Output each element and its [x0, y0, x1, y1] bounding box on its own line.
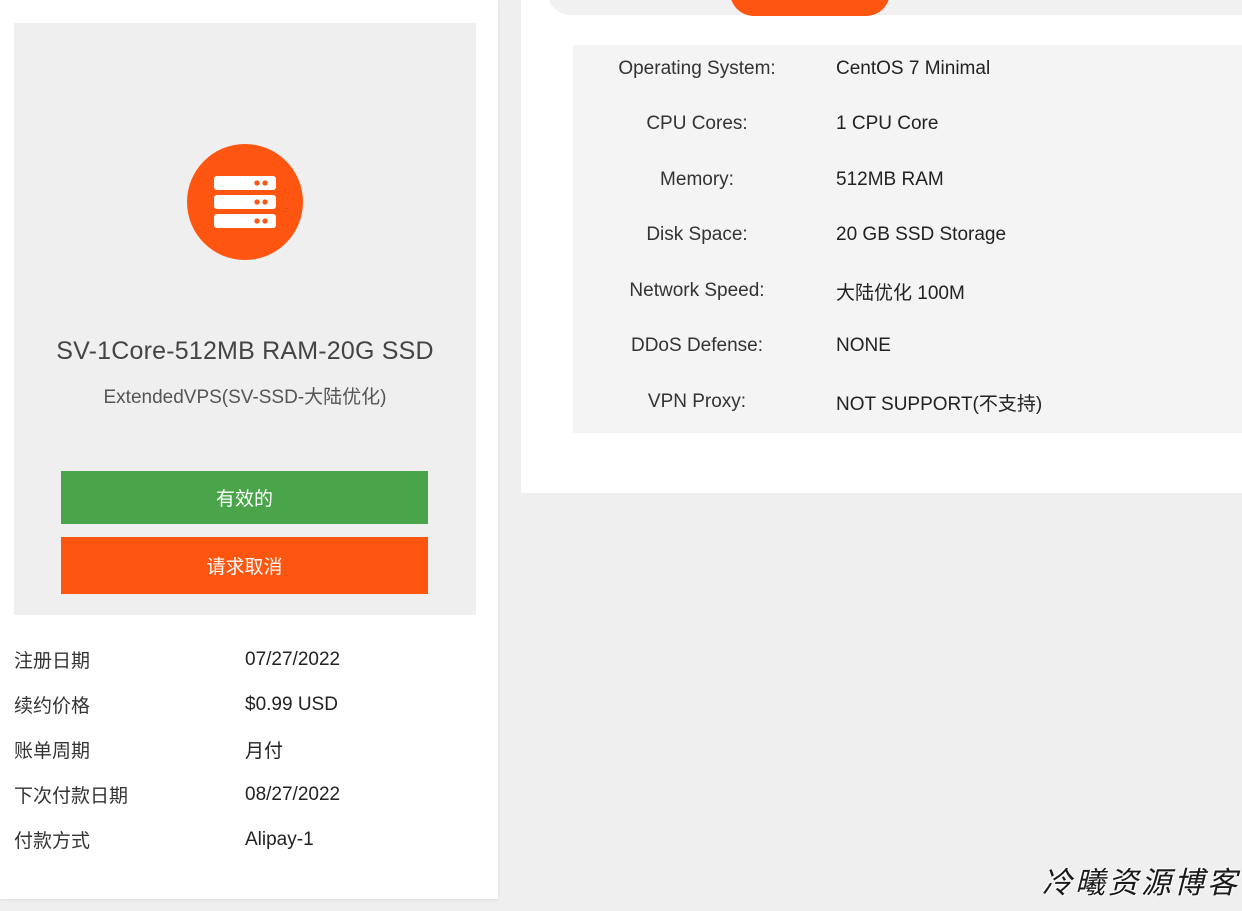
spec-row-memory: Memory: 512MB RAM — [573, 165, 1242, 195]
info-label: 账单周期 — [14, 741, 91, 762]
info-label: 付款方式 — [14, 831, 91, 852]
server-icon-graphic — [214, 176, 276, 228]
info-label: 下次付款日期 — [14, 786, 129, 807]
spec-value: NOT SUPPORT(不支持) — [836, 393, 1043, 415]
spec-value: CentOS 7 Minimal — [836, 58, 991, 79]
spec-value: 512MB RAM — [836, 169, 944, 190]
info-value: Alipay-1 — [245, 828, 314, 850]
spec-value: 20 GB SSD Storage — [836, 224, 1007, 245]
spec-label: Disk Space: — [646, 224, 748, 245]
product-card: SV-1Core-512MB RAM-20G SSD ExtendedVPS(S… — [14, 23, 476, 615]
status-button[interactable]: 有效的 — [61, 471, 428, 524]
server-icon — [187, 144, 303, 260]
info-row-payment-method: 付款方式 Alipay-1 — [14, 817, 484, 862]
billing-info-table: 注册日期 07/27/2022 续约价格 $0.99 USD 账单周期 月付 下… — [14, 637, 484, 862]
spec-row-ddos-defense: DDoS Defense: NONE — [573, 331, 1242, 361]
product-overview-panel: SV-1Core-512MB RAM-20G SSD ExtendedVPS(S… — [0, 0, 498, 899]
info-value: 月付 — [245, 741, 284, 762]
info-value: $0.99 USD — [245, 693, 338, 715]
request-cancellation-button[interactable]: 请求取消 — [61, 537, 428, 594]
spec-value: 1 CPU Core — [836, 113, 939, 134]
configuration-options: Operating System: CentOS 7 Minimal CPU C… — [573, 45, 1242, 433]
info-value: 08/27/2022 — [245, 783, 341, 805]
info-label: 注册日期 — [14, 651, 91, 672]
info-row-next-due-date: 下次付款日期 08/27/2022 — [14, 772, 484, 817]
info-label: 续约价格 — [14, 696, 91, 717]
tab-active[interactable] — [730, 0, 890, 16]
spec-label: VPN Proxy: — [647, 391, 747, 412]
info-row-registration-date: 注册日期 07/27/2022 — [14, 637, 484, 682]
info-row-billing-cycle: 账单周期 月付 — [14, 727, 484, 772]
spec-row-disk-space: Disk Space: 20 GB SSD Storage — [573, 220, 1242, 250]
info-row-renewal-price: 续约价格 $0.99 USD — [14, 682, 484, 727]
spec-label: Operating System: — [618, 58, 776, 79]
spec-row-network-speed: Network Speed: 大陆优化 100M — [573, 276, 1242, 306]
product-group: ExtendedVPS(SV-SSD-大陆优化) — [103, 387, 387, 408]
info-value: 07/27/2022 — [245, 648, 341, 670]
product-name: SV-1Core-512MB RAM-20G SSD — [56, 337, 434, 365]
spec-row-cpu-cores: CPU Cores: 1 CPU Core — [573, 109, 1242, 139]
spec-value: NONE — [836, 335, 891, 356]
watermark: 冷曦资源博客 — [1042, 866, 1240, 901]
product-details-panel: Operating System: CentOS 7 Minimal CPU C… — [521, 0, 1242, 493]
spec-label: CPU Cores: — [646, 113, 748, 134]
spec-label: DDoS Defense: — [630, 335, 763, 356]
tab-bar — [547, 0, 1242, 15]
spec-value: 大陆优化 100M — [836, 282, 965, 304]
spec-label: Network Speed: — [629, 280, 765, 301]
spec-row-vpn-proxy: VPN Proxy: NOT SUPPORT(不支持) — [573, 387, 1242, 417]
spec-row-operating-system: Operating System: CentOS 7 Minimal — [573, 54, 1242, 84]
spec-label: Memory: — [660, 169, 734, 190]
